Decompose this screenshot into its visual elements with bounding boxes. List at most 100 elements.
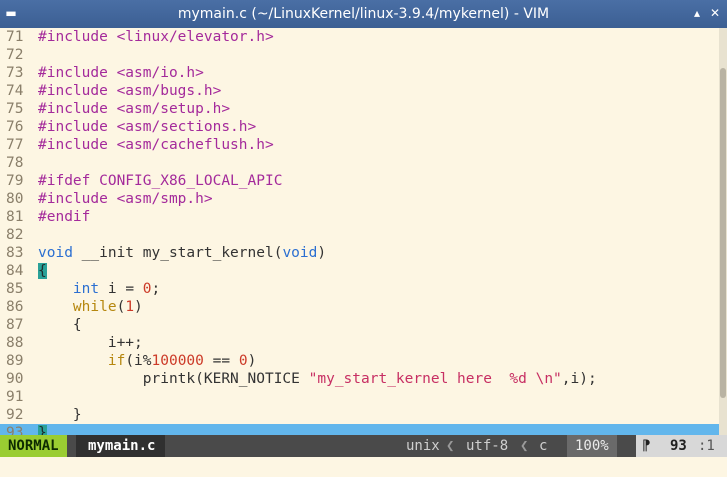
code-token: (i% [125, 353, 152, 369]
line-number: 89 [6, 353, 24, 369]
code-line[interactable]: 84 { [0, 262, 719, 280]
code-token: #include <asm/sections.h> [38, 119, 257, 135]
status-line: NORMAL mymain.c unix ❮ utf-8 ❮ c 100% ⁋ … [0, 435, 727, 457]
line-number: 76 [6, 119, 24, 135]
code-line[interactable]: 87 { [0, 316, 719, 334]
code-text: } [38, 406, 82, 424]
line-number: 83 [6, 245, 24, 261]
code-text: #include <asm/setup.h> [38, 100, 230, 118]
code-line[interactable]: 90 printk(KERN_NOTICE "my_start_kernel h… [0, 370, 719, 388]
line-number: 80 [6, 191, 24, 207]
line-number: 79 [6, 173, 24, 189]
code-text: #include <asm/bugs.h> [38, 82, 221, 100]
code-token: #include <asm/bugs.h> [38, 83, 222, 99]
code-token: i = [99, 281, 143, 297]
separator-icon: ❮ [520, 438, 529, 454]
code-line[interactable]: 86 while(1) [0, 298, 719, 316]
code-line[interactable]: 76 #include <asm/sections.h> [0, 118, 719, 136]
code-line[interactable]: 78 [0, 154, 719, 172]
code-text: printk(KERN_NOTICE "my_start_kernel here… [38, 370, 597, 388]
code-line[interactable]: 81 #endif [0, 208, 719, 226]
line-number: 91 [6, 389, 24, 405]
code-text: i++; [38, 334, 143, 352]
cursor-position: ⁋ 93 :1 [636, 435, 727, 457]
code-line[interactable]: 92 } [0, 406, 719, 424]
line-number: 90 [6, 371, 24, 387]
code-token: { [38, 317, 82, 333]
code-line[interactable]: 91 [0, 388, 719, 406]
line-number: 88 [6, 335, 24, 351]
code-text: #ifdef CONFIG_X86_LOCAL_APIC [38, 172, 282, 190]
maximize-icon[interactable]: ▴ [690, 6, 704, 20]
code-text: #include <asm/sections.h> [38, 118, 256, 136]
code-line[interactable]: 88 i++; [0, 334, 719, 352]
window-title: mymain.c (~/LinuxKernel/linux-3.9.4/myke… [177, 6, 550, 22]
code-text: { [38, 262, 47, 280]
code-line[interactable]: 82 [0, 226, 719, 244]
code-line[interactable]: 74 #include <asm/bugs.h> [0, 82, 719, 100]
cursor-line: 93 [670, 438, 687, 454]
code-line[interactable]: 72 [0, 46, 719, 64]
code-token: 0 [142, 281, 152, 297]
code-line[interactable]: 75 #include <asm/setup.h> [0, 100, 719, 118]
code-token: ) [317, 245, 327, 261]
code-token: #include <asm/cacheflush.h> [38, 137, 274, 153]
code-token: #include <asm/io.h> [38, 65, 204, 81]
line-number-icon: ⁋ [642, 438, 651, 454]
code-line[interactable]: 83 void __init my_start_kernel(void) [0, 244, 719, 262]
code-text: { [38, 316, 82, 334]
code-line[interactable]: 89 if(i%100000 == 0) [0, 352, 719, 370]
code-line[interactable]: 73 #include <asm/io.h> [0, 64, 719, 82]
code-line[interactable]: 85 int i = 0; [0, 280, 719, 298]
filename-label: mymain.c [76, 435, 166, 457]
code-token: void [282, 245, 318, 261]
code-editor[interactable]: 71 #include <linux/elevator.h> 72 73 #includ… [0, 28, 727, 442]
code-token: while [72, 299, 117, 315]
code-token: ) [134, 299, 143, 315]
code-token: == [203, 353, 239, 369]
code-line[interactable]: 77 #include <asm/cacheflush.h> [0, 136, 719, 154]
code-text: #endif [38, 208, 90, 226]
code-text: if(i%100000 == 0) [38, 352, 256, 370]
code-token: __init my_start_kernel( [72, 245, 283, 261]
line-number: 77 [6, 137, 24, 153]
code-token: #include <asm/setup.h> [38, 101, 231, 117]
scroll-percent: 100% [567, 435, 617, 457]
scrollbar-thumb[interactable] [720, 68, 726, 398]
code-token: { [38, 263, 47, 279]
line-number: 86 [6, 299, 24, 315]
line-number: 75 [6, 101, 24, 117]
separator-icon: ❮ [446, 438, 455, 454]
code-line[interactable]: 80 #include <asm/smp.h> [0, 190, 719, 208]
code-token: void [38, 245, 73, 261]
line-number: 84 [6, 263, 24, 279]
code-token: ( [116, 299, 126, 315]
code-token: #ifdef CONFIG_X86_LOCAL_APIC [38, 173, 283, 189]
line-number: 87 [6, 317, 24, 333]
code-text: #include <asm/cacheflush.h> [38, 136, 274, 154]
line-number: 92 [6, 407, 24, 423]
code-token: #endif [38, 209, 91, 225]
vertical-scrollbar[interactable] [719, 28, 727, 435]
code-line[interactable]: 79 #ifdef CONFIG_X86_LOCAL_APIC [0, 172, 719, 190]
line-number: 72 [6, 47, 24, 63]
code-token: #include <linux/elevator.h> [38, 29, 274, 45]
code-token: ; [151, 281, 161, 297]
code-token: ,i); [561, 371, 597, 387]
line-number: 81 [6, 209, 24, 225]
line-number: 73 [6, 65, 24, 81]
code-token: 1 [125, 299, 135, 315]
line-number: 85 [6, 281, 24, 297]
encoding-label: utf-8 [466, 438, 509, 454]
code-text: #include <asm/smp.h> [38, 190, 213, 208]
code-token: } [38, 407, 82, 423]
code-token: printk(KERN_NOTICE [38, 371, 309, 387]
line-number: 78 [6, 155, 24, 171]
close-icon[interactable]: ✕ [708, 6, 722, 20]
line-number: 82 [6, 227, 24, 243]
filetype-label: c [539, 438, 548, 454]
code-line[interactable]: 71 #include <linux/elevator.h> [0, 28, 719, 46]
command-line[interactable] [0, 457, 727, 477]
